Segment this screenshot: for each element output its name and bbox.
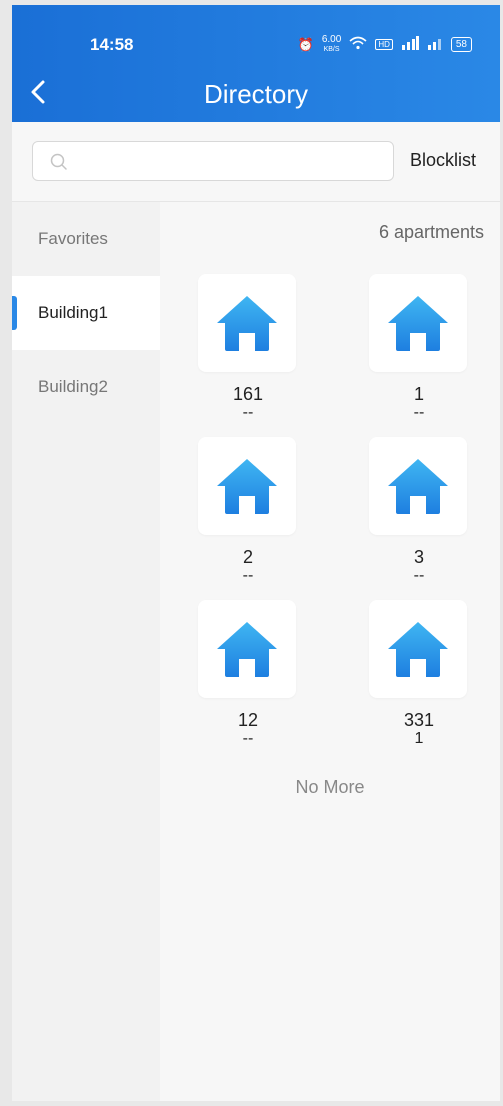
blocklist-button[interactable]: Blocklist [410, 150, 476, 171]
apartment-item[interactable]: 1 -- [369, 274, 469, 422]
apartment-number: 2 [242, 547, 253, 567]
apartment-tile [198, 274, 296, 372]
house-icon [217, 459, 277, 514]
apartment-number: 161 [232, 384, 264, 404]
sidebar-item-label: Building2 [38, 377, 108, 396]
apartment-item[interactable]: 331 1 [369, 600, 469, 748]
apartment-item[interactable]: 12 -- [198, 600, 298, 748]
apartment-item[interactable]: 161 -- [198, 274, 298, 422]
search-field[interactable] [32, 141, 394, 181]
battery-level: 58 [455, 39, 467, 50]
signal-icon-2 [427, 36, 443, 53]
apartment-item[interactable]: 3 -- [369, 437, 469, 585]
apartment-tile [369, 274, 467, 372]
search-input[interactable] [73, 150, 373, 172]
status-time: 14:58 [90, 35, 134, 54]
sidebar-item-label: Building1 [38, 303, 108, 322]
apartment-subtitle: -- [413, 404, 425, 421]
apartment-tile [198, 600, 296, 698]
apartment-subtitle: -- [242, 567, 254, 584]
house-icon [388, 296, 448, 351]
search-icon [50, 153, 67, 170]
building-sidebar: Favorites Building1 Building2 [12, 202, 160, 1101]
search-bar: Blocklist [12, 122, 500, 202]
apartment-number: 3 [413, 547, 424, 567]
wifi-icon [349, 36, 367, 53]
sidebar-item-building1[interactable]: Building1 [12, 276, 160, 350]
apartment-subtitle: -- [242, 730, 254, 747]
apartment-list: 6 apartments 161 -- 1 -- 2 -- 3 -- 12 --… [160, 202, 500, 1101]
network-speed: 6.00 KB/S [322, 35, 341, 54]
signal-icon [401, 36, 419, 53]
apartment-tile [198, 437, 296, 535]
house-icon [388, 459, 448, 514]
list-end-label: No More [295, 777, 365, 797]
apartment-item[interactable]: 2 -- [198, 437, 298, 585]
network-speed-unit: KB/S [323, 46, 340, 53]
house-icon [217, 296, 277, 351]
app-screen: 14:58 ⏰ 6.00 KB/S HD 58 Directory Blockl… [12, 5, 500, 1101]
apartment-subtitle: -- [242, 404, 254, 421]
sidebar-item-building2[interactable]: Building2 [12, 350, 160, 424]
sidebar-item-label: Favorites [38, 229, 108, 248]
apartment-tile [369, 437, 467, 535]
apartment-subtitle: -- [413, 567, 425, 584]
apartment-number: 1 [413, 384, 424, 404]
house-icon [388, 622, 448, 677]
page-title: Directory [203, 79, 308, 109]
apartment-number: 12 [237, 710, 259, 730]
apartment-count: 6 apartments [378, 222, 484, 242]
network-speed-value: 6.00 [321, 34, 342, 45]
apartment-number: 331 [403, 710, 435, 730]
status-icons: ⏰ 6.00 KB/S HD 58 [298, 35, 472, 54]
apartment-subtitle: 1 [414, 730, 424, 747]
apartment-tile [369, 600, 467, 698]
hd-icon: HD [375, 39, 393, 50]
header: 14:58 ⏰ 6.00 KB/S HD 58 Directory [12, 5, 500, 122]
sidebar-item-favorites[interactable]: Favorites [12, 202, 160, 276]
battery-icon: 58 [450, 37, 472, 52]
house-icon [217, 622, 277, 677]
alarm-icon: ⏰ [297, 36, 314, 52]
